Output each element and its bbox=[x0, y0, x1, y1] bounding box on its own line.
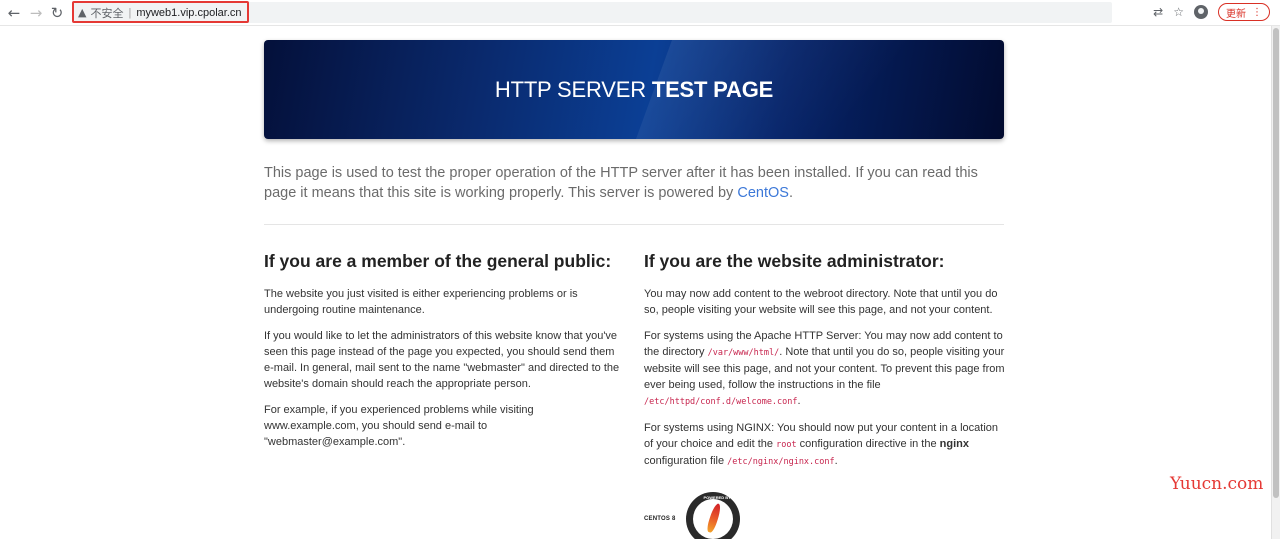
admin-p3-text-b: configuration directive in the bbox=[796, 438, 940, 450]
browser-toolbar: ← → ↻ ▲ 不安全 | myweb1.vip.cpolar.cn ⇄ ☆ 更… bbox=[0, 0, 1280, 26]
intro-paragraph: This page is used to test the proper ope… bbox=[264, 163, 1004, 203]
powered-by-badges: CENTOS 8 POWERED BY bbox=[644, 492, 740, 539]
public-paragraph-2: If you would like to let the administrat… bbox=[264, 330, 620, 390]
update-button[interactable]: 更新 ⋮ bbox=[1218, 3, 1270, 21]
nginx-bold: nginx bbox=[939, 438, 970, 450]
centos-link[interactable]: CentOS bbox=[737, 185, 789, 201]
admin-paragraph-1: You may now add content to the webroot d… bbox=[644, 288, 998, 316]
section-divider bbox=[264, 224, 1004, 225]
translate-icon[interactable]: ⇄ bbox=[1153, 5, 1163, 19]
public-heading: If you are a member of the general publi… bbox=[264, 251, 612, 271]
back-arrow-icon[interactable]: ← bbox=[3, 2, 25, 24]
admin-p3-text-c: configuration file bbox=[644, 455, 728, 467]
forward-arrow-icon[interactable]: → bbox=[25, 2, 47, 24]
nginx-conf-code: /etc/nginx/nginx.conf bbox=[727, 457, 835, 467]
apache-feather-icon bbox=[692, 499, 733, 539]
public-paragraph-1: The website you just visited is either e… bbox=[264, 288, 578, 316]
page-title: HTTP SERVER TEST PAGE bbox=[495, 77, 773, 103]
menu-icon: ⋮ bbox=[1252, 6, 1262, 18]
admin-section: If you are the website administrator: Yo… bbox=[644, 250, 1006, 480]
public-paragraph-3: For example, if you experienced problems… bbox=[264, 404, 534, 448]
admin-p3-text-d: . bbox=[834, 455, 838, 467]
root-directive-code: root bbox=[776, 440, 797, 450]
apache-badge[interactable]: POWERED BY bbox=[685, 492, 740, 539]
title-bold: TEST PAGE bbox=[651, 76, 774, 102]
watermark: Yuucn.com bbox=[1170, 474, 1264, 494]
admin-p2-text-c: . bbox=[797, 395, 801, 407]
page-scrollbar[interactable] bbox=[1271, 26, 1280, 539]
admin-paragraph-2: For systems using the Apache HTTP Server… bbox=[644, 328, 1006, 410]
feather-shape bbox=[705, 502, 722, 534]
public-section: If you are a member of the general publi… bbox=[264, 250, 624, 460]
toolbar-actions: ⇄ ☆ 更新 ⋮ bbox=[1153, 3, 1270, 21]
star-icon[interactable]: ☆ bbox=[1173, 5, 1184, 19]
centos-badge[interactable]: CENTOS 8 bbox=[644, 516, 676, 522]
welcome-conf-code: /etc/httpd/conf.d/welcome.conf bbox=[644, 397, 798, 407]
title-light: HTTP SERVER bbox=[494, 76, 652, 102]
admin-heading: If you are the website administrator: bbox=[644, 251, 945, 271]
scrollbar-thumb[interactable] bbox=[1273, 28, 1279, 498]
webroot-path-code: /var/www/html/ bbox=[707, 348, 780, 358]
intro-text: This page is used to test the proper ope… bbox=[264, 165, 978, 201]
intro-period: . bbox=[788, 185, 793, 201]
admin-paragraph-3: For systems using NGINX: You should now … bbox=[644, 420, 1006, 470]
hero-banner: HTTP SERVER TEST PAGE bbox=[264, 40, 1004, 139]
reload-icon[interactable]: ↻ bbox=[46, 2, 68, 24]
url-highlight-box bbox=[72, 1, 249, 23]
profile-icon[interactable] bbox=[1194, 5, 1208, 19]
update-label: 更新 bbox=[1226, 8, 1246, 20]
